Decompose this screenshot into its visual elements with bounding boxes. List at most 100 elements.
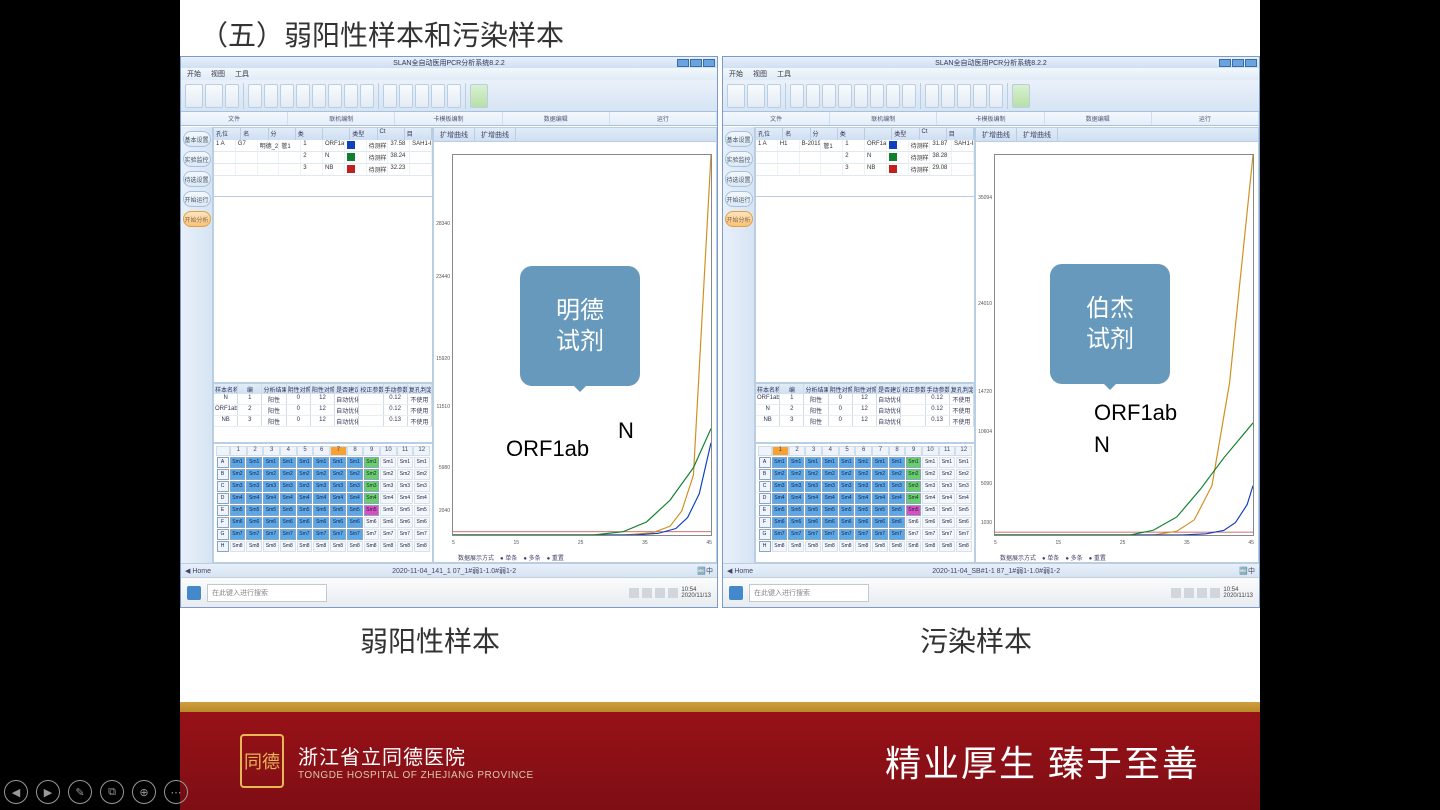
maximize-button[interactable] [1232,59,1244,67]
nav-run[interactable]: 开始运行 [183,191,211,207]
nav-pending[interactable]: 待选设置 [725,171,753,187]
tray-icon[interactable] [1197,588,1207,598]
zoom-button[interactable]: ⊕ [132,780,156,804]
next-button[interactable]: ▶ [36,780,60,804]
curve-label-n: N [618,418,634,444]
tray-icon[interactable] [1171,588,1181,598]
close-button[interactable] [703,59,715,67]
menu-item[interactable]: 视图 [211,69,225,79]
wellplate[interactable]: 123456789101112ASm1Sm1Sm1Sm1Sm1Sm1Sm1Sm1… [755,443,975,563]
minimize-button[interactable] [677,59,689,67]
nav-monitor[interactable]: 实验监控 [725,151,753,167]
more-button[interactable]: ⋯ [164,780,188,804]
system-tray: 10:542020/11/13 [629,587,711,599]
analysis-icon[interactable] [941,84,955,108]
nav-basic[interactable]: 基本设置 [725,131,753,147]
curve-label-n: N [1094,432,1110,458]
tool-icon[interactable] [248,84,262,108]
copy-button[interactable]: ⧉ [100,780,124,804]
maximize-button[interactable] [690,59,702,67]
sample-table[interactable]: 孔位名分类类型Ct目1 AH1B-2019nCOV管11ORF1ab待测样品31… [755,127,975,197]
prev-button[interactable]: ◀ [4,780,28,804]
analysis-icon[interactable] [415,84,429,108]
tool-icon[interactable] [790,84,804,108]
tool-icon[interactable] [822,84,836,108]
tool-icon[interactable] [328,84,342,108]
tray-icon[interactable] [668,588,678,598]
analysis-icon[interactable] [973,84,987,108]
save-icon[interactable] [225,84,239,108]
wellplate[interactable]: 123456789101112ASm1Sm1Sm1Sm1Sm1Sm1Sm1Sm1… [213,443,433,563]
tool-icon[interactable] [296,84,310,108]
tool-icon[interactable] [870,84,884,108]
result-table[interactable]: 样本名称编分析结果阴性对照阳性对照是否建议校正参数手动参数复孔判定N1阳性012… [213,383,433,443]
tool-icon[interactable] [344,84,358,108]
new-icon[interactable] [727,84,745,108]
nav-basic[interactable]: 基本设置 [183,131,211,147]
chart-tab[interactable]: 扩增曲线 [976,128,1017,141]
blank-area [755,197,975,383]
chart-tab[interactable]: 扩增曲线 [434,128,475,141]
close-button[interactable] [1245,59,1257,67]
tray-icon[interactable] [1184,588,1194,598]
menu-item[interactable]: 开始 [729,69,743,79]
open-icon[interactable] [747,84,765,108]
tool-icon[interactable] [264,84,278,108]
nav-pending[interactable]: 待选设置 [183,171,211,187]
menu-item[interactable]: 开始 [187,69,201,79]
tool-icon[interactable] [360,84,374,108]
titlebar: SLAN全自动医用PCR分析系统8.2.2 [723,57,1259,68]
new-icon[interactable] [185,84,203,108]
chart-tab[interactable]: 扩增曲线 [475,128,516,141]
tray-icon[interactable] [629,588,639,598]
minimize-button[interactable] [1219,59,1231,67]
tool-icon[interactable] [886,84,900,108]
y-axis: 1030509010604147202401035094 [978,154,992,536]
taskbar: 在此键入进行搜索 10:542020/11/13 [181,577,717,607]
tool-icon[interactable] [902,84,916,108]
slide-title: （五）弱阳性样本和污染样本 [200,14,564,54]
workarea: 基本设置 实验监控 待选设置 开始运行 开始分析 孔位名分类类型Ct目1 AG7… [181,127,717,563]
curve-label-orf1ab: ORF1ab [506,436,589,462]
hospital-name-en: TONGDE HOSPITAL OF ZHEJIANG PROVINCE [298,770,534,781]
chart-tab[interactable]: 扩增曲线 [1017,128,1058,141]
tray-icon[interactable] [1210,588,1220,598]
tool-icon[interactable] [806,84,820,108]
analysis-icon[interactable] [431,84,445,108]
nav-analyze[interactable]: 开始分析 [725,211,753,227]
ribbon-groups: 文件 联机编制 卡模板编制 数据编辑 运行 [181,112,717,126]
menu-item[interactable]: 工具 [235,69,249,79]
tool-icon[interactable] [280,84,294,108]
analysis-icon[interactable] [957,84,971,108]
menu-item[interactable]: 视图 [753,69,767,79]
run-button[interactable] [470,84,488,108]
analysis-icon[interactable] [925,84,939,108]
edit-button[interactable]: ✎ [68,780,92,804]
tool-icon[interactable] [312,84,326,108]
tray-icon[interactable] [642,588,652,598]
slide: （五）弱阳性样本和污染样本 SLAN全自动医用PCR分析系统8.2.2 开始 视… [180,0,1260,810]
start-button[interactable] [729,586,743,600]
ribbon [723,80,1259,112]
analysis-icon[interactable] [989,84,1003,108]
tray-icon[interactable] [655,588,665,598]
analysis-icon[interactable] [447,84,461,108]
curve-label-orf1ab: ORF1ab [1094,400,1177,426]
ribbon [181,80,717,112]
search-input[interactable]: 在此键入进行搜索 [749,584,869,602]
nav-monitor[interactable]: 实验监控 [183,151,211,167]
result-table[interactable]: 样本名称编分析结果阴性对照阳性对照是否建议校正参数手动参数复孔判定ORF1ab1… [755,383,975,443]
search-input[interactable]: 在此键入进行搜索 [207,584,327,602]
save-icon[interactable] [767,84,781,108]
run-button[interactable] [1012,84,1030,108]
nav-analyze[interactable]: 开始分析 [183,211,211,227]
start-button[interactable] [187,586,201,600]
sample-table[interactable]: 孔位名分类类型Ct目1 AG7明德_2019-nCoV管11ORF1ab待测样品… [213,127,433,197]
tool-icon[interactable] [838,84,852,108]
analysis-icon[interactable] [399,84,413,108]
tool-icon[interactable] [854,84,868,108]
menu-item[interactable]: 工具 [777,69,791,79]
nav-run[interactable]: 开始运行 [725,191,753,207]
open-icon[interactable] [205,84,223,108]
analysis-icon[interactable] [383,84,397,108]
